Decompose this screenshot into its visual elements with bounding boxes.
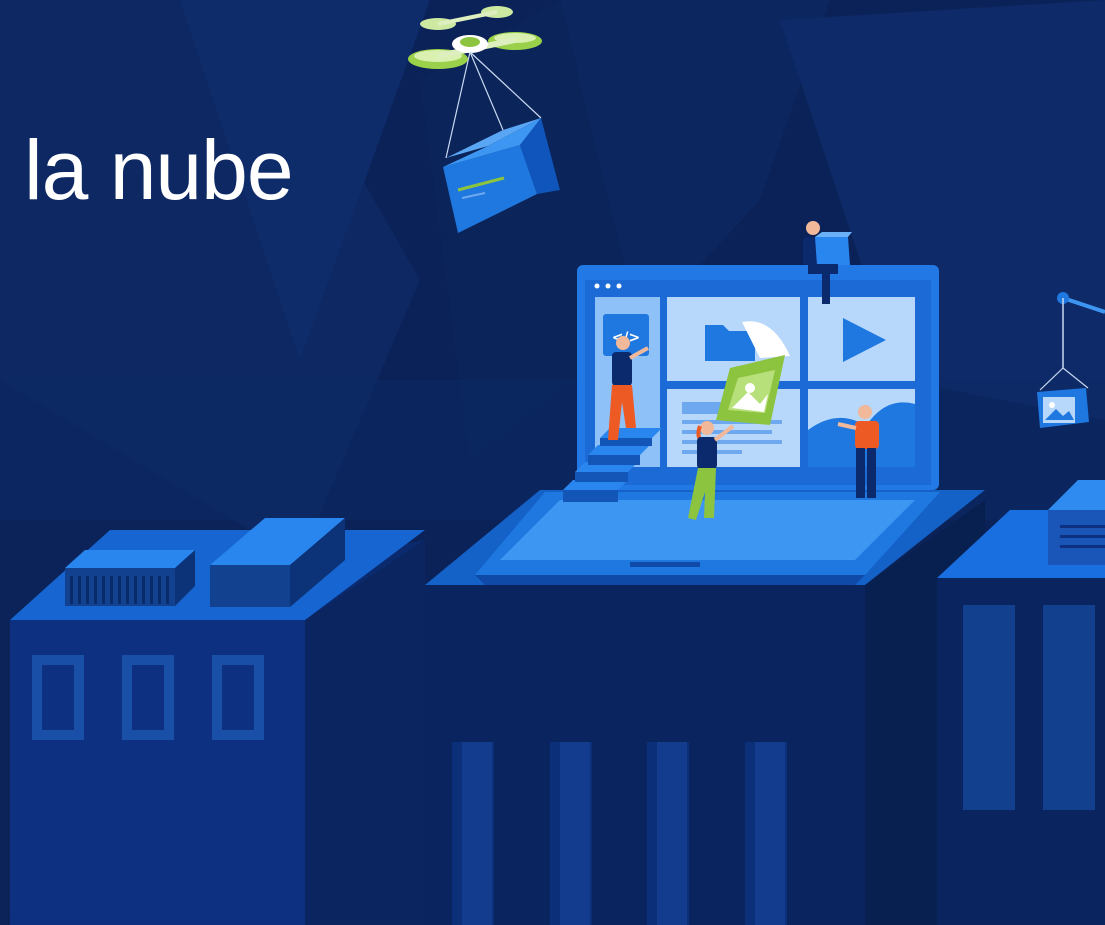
building-windows	[32, 655, 264, 740]
hero-banner: </>	[0, 0, 1105, 925]
hero-headline: la nube	[24, 123, 294, 217]
left-building	[10, 518, 425, 925]
